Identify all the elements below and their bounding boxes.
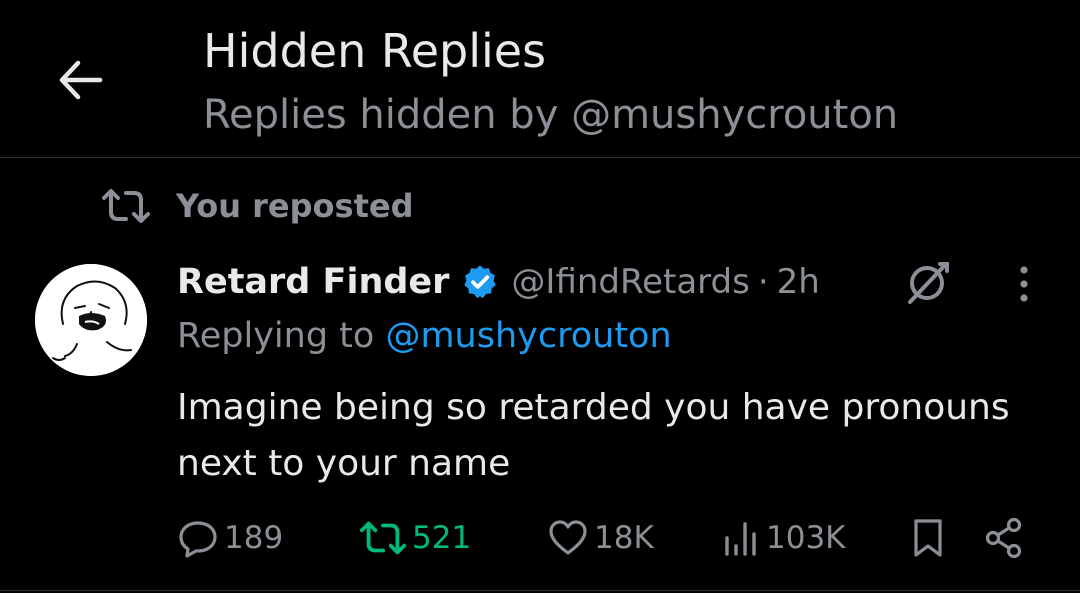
heart-icon bbox=[549, 520, 587, 555]
replying-to-label: Replying to bbox=[177, 316, 386, 356]
share-icon bbox=[985, 517, 1022, 559]
tweet-timestamp[interactable]: 2h bbox=[777, 262, 820, 302]
replying-to-mention[interactable]: @mushycrouton bbox=[385, 316, 671, 356]
arrow-left-icon bbox=[59, 60, 103, 100]
divider bbox=[0, 590, 1080, 591]
avatar[interactable] bbox=[35, 264, 147, 376]
views-button[interactable]: 103K bbox=[722, 510, 846, 566]
verified-badge-icon bbox=[461, 263, 499, 301]
views-count: 103K bbox=[766, 520, 846, 556]
tweet-author-line: Retard Finder @IfindRetards · 2h bbox=[177, 254, 820, 310]
wojak-avatar-image bbox=[35, 264, 147, 376]
page-subtitle: Replies hidden by @mushycrouton bbox=[203, 92, 899, 138]
reply-count: 189 bbox=[224, 520, 284, 556]
replying-to-line: Replying to @mushycrouton bbox=[177, 316, 672, 356]
repost-icon bbox=[102, 189, 150, 223]
repost-context-label: You reposted bbox=[176, 187, 414, 225]
author-name[interactable]: Retard Finder bbox=[177, 262, 449, 302]
more-options-button[interactable] bbox=[1004, 262, 1044, 306]
more-vertical-icon bbox=[1020, 266, 1028, 302]
reply-button[interactable]: 189 bbox=[176, 510, 283, 566]
share-button[interactable] bbox=[984, 510, 1024, 566]
meta-separator: · bbox=[757, 262, 769, 302]
author-handle[interactable]: @IfindRetards bbox=[511, 262, 749, 302]
back-button[interactable] bbox=[50, 50, 110, 110]
views-icon bbox=[725, 522, 756, 556]
repost-context: You reposted bbox=[100, 186, 413, 226]
tweet-text: Imagine being so retarded you have prono… bbox=[177, 387, 1010, 484]
page-title: Hidden Replies bbox=[203, 24, 547, 78]
header-bar: Hidden Replies Replies hidden by @mushyc… bbox=[0, 0, 1080, 158]
grok-icon bbox=[908, 262, 949, 304]
bookmark-icon bbox=[914, 519, 942, 557]
tweet-actions-bar: 189 521 18K 103K bbox=[0, 510, 1080, 566]
like-button[interactable]: 18K bbox=[546, 510, 654, 566]
like-count: 18K bbox=[594, 520, 654, 556]
bookmark-button[interactable] bbox=[908, 510, 948, 566]
reply-icon bbox=[179, 521, 217, 558]
repost-button[interactable]: 521 bbox=[358, 510, 471, 566]
grok-button[interactable] bbox=[902, 256, 954, 308]
repost-count: 521 bbox=[412, 520, 472, 556]
repost-icon bbox=[359, 521, 407, 555]
